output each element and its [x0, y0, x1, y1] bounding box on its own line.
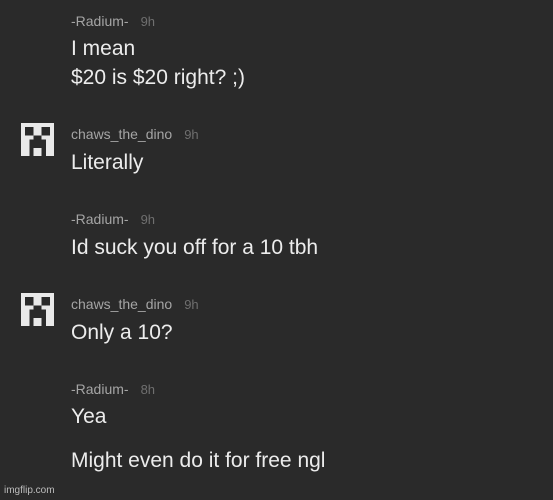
message-text: Only a 10?	[71, 321, 173, 344]
timestamp: 9h	[140, 212, 156, 227]
message-text: Might even do it for free ngl	[71, 449, 326, 472]
timestamp: 9h	[184, 297, 199, 312]
message-header: -Radium- 9h	[71, 211, 155, 227]
author-name[interactable]: -Radium-	[71, 211, 129, 227]
author-name[interactable]: -Radium-	[71, 381, 129, 397]
author-name[interactable]: -Radium-	[71, 13, 129, 29]
message-text: Id suck you off for a 10 tbh	[71, 236, 319, 259]
message-text: Literally	[71, 151, 144, 174]
message-text: $20 is $20 right? ;)	[71, 66, 245, 89]
timestamp: 8h	[140, 382, 156, 397]
author-name[interactable]: chaws_the_dino	[71, 126, 172, 142]
author-name[interactable]: chaws_the_dino	[71, 296, 172, 312]
message-text: I mean	[71, 37, 136, 60]
message-header: -Radium- 9h	[71, 13, 155, 29]
chat-log: -Radium- 9h I mean $20 is $20 right? ;) c…	[0, 0, 553, 500]
creeper-face-icon[interactable]	[21, 293, 54, 326]
message-header: -Radium- 8h	[71, 381, 155, 397]
message-text: Yea	[71, 405, 107, 428]
message-header: chaws_the_dino 9h	[71, 126, 199, 142]
timestamp: 9h	[140, 14, 156, 29]
watermark: imgflip.com	[4, 485, 55, 496]
message-header: chaws_the_dino 9h	[71, 296, 199, 312]
creeper-face-icon[interactable]	[21, 123, 54, 156]
timestamp: 9h	[184, 127, 199, 142]
